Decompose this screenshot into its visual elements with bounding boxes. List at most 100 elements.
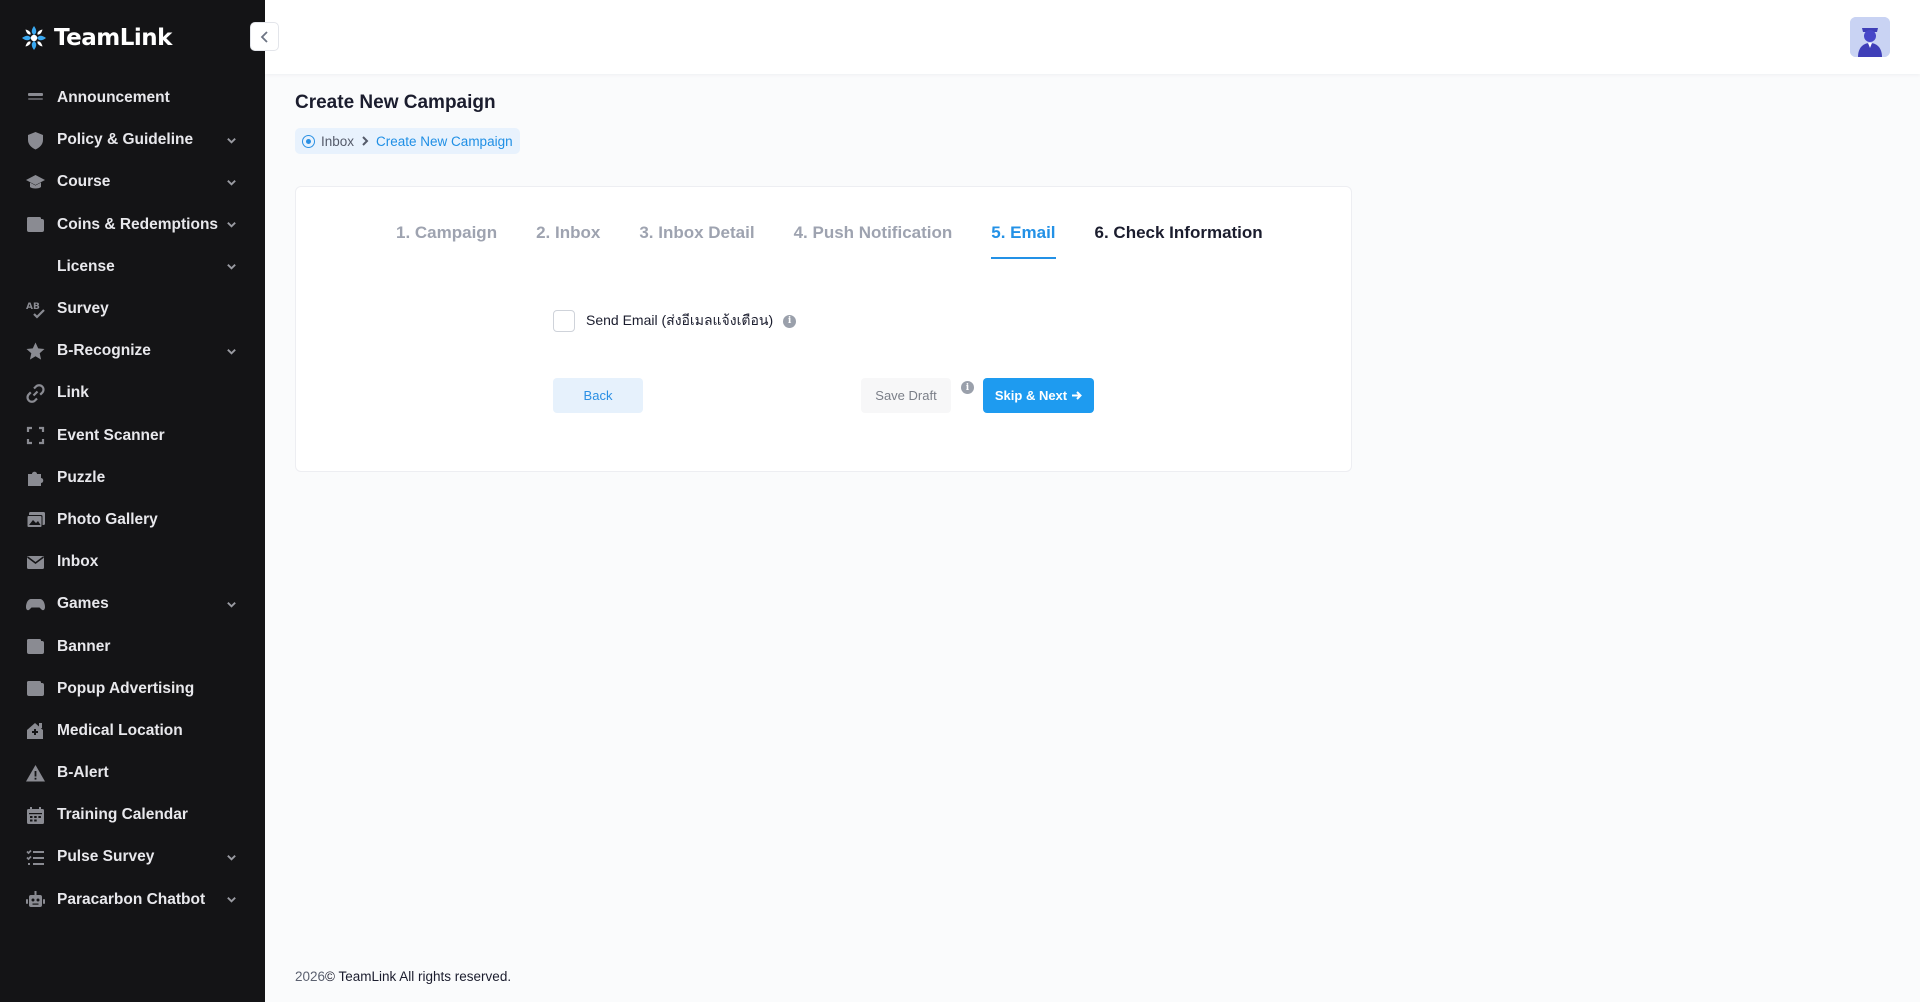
- sidebar-item-games[interactable]: Games: [0, 583, 265, 625]
- chevron-down-icon: [225, 851, 237, 863]
- footer-year: 2026: [295, 969, 326, 984]
- footer: 2026© TeamLink All rights reserved.: [295, 969, 511, 984]
- chevron-right-icon: [360, 136, 370, 146]
- breadcrumb-current: Create New Campaign: [376, 133, 513, 149]
- save-draft-info-icon[interactable]: i: [961, 381, 974, 394]
- sidebar-item-policy-and-guideline[interactable]: Policy & Guideline: [0, 119, 265, 161]
- list-check-icon: [24, 846, 46, 868]
- calendar-icon: [24, 804, 46, 826]
- wallet-icon: [24, 636, 46, 658]
- sidebar-item-training-calendar[interactable]: Training Calendar: [0, 794, 265, 836]
- wallet-icon: [24, 214, 46, 236]
- footer-copyright: © TeamLink All rights reserved.: [325, 969, 512, 984]
- sidebar-item-label: Training Calendar: [57, 806, 188, 824]
- sidebar-item-label: B-Alert: [57, 764, 109, 782]
- sidebar-collapse-button[interactable]: [250, 22, 279, 51]
- sidebar-item-label: Survey: [57, 300, 109, 318]
- wizard-steps: 1. Campaign 2. Inbox 3. Inbox Detail 4. Pus…: [396, 223, 1302, 259]
- chevron-down-icon: [225, 894, 237, 906]
- sidebar-item-puzzle[interactable]: Puzzle: [0, 457, 265, 499]
- sidebar-item-label: B-Recognize: [57, 342, 151, 360]
- chevron-down-icon: [225, 219, 237, 231]
- sidebar-item-label: Games: [57, 595, 109, 613]
- skip-next-button[interactable]: Skip & Next: [983, 378, 1094, 413]
- sidebar-item-b-recognize[interactable]: B-Recognize: [0, 330, 265, 372]
- step-tab-inbox-detail[interactable]: 3. Inbox Detail: [639, 223, 754, 259]
- wallet-icon: [24, 678, 46, 700]
- sidebar-item-link[interactable]: Link: [0, 372, 265, 414]
- step-tab-email[interactable]: 5. Email: [991, 223, 1056, 259]
- save-draft-button[interactable]: Save Draft: [861, 378, 951, 413]
- step-tab-campaign[interactable]: 1. Campaign: [396, 223, 497, 259]
- brand-logo[interactable]: TeamLink: [20, 20, 172, 56]
- announcement-icon: [24, 87, 46, 109]
- sidebar-item-label: Link: [57, 384, 89, 402]
- sidebar-item-label: Coins & Redemptions: [57, 215, 219, 233]
- info-icon[interactable]: i: [783, 314, 797, 328]
- chevron-left-icon: [260, 30, 268, 43]
- sidebar-item-label: Popup Advertising: [57, 679, 195, 697]
- sidebar-nav: Announcement Policy & Guideline Course Coin…: [0, 77, 265, 921]
- envelope-icon: [24, 551, 46, 573]
- sidebar-item-survey[interactable]: AB Survey: [0, 288, 265, 330]
- sidebar-item-medical-location[interactable]: Medical Location: [0, 710, 265, 752]
- link-icon: [24, 382, 46, 404]
- top-header: [265, 0, 1920, 74]
- spellcheck-icon: AB: [24, 298, 46, 320]
- step-tab-inbox[interactable]: 2. Inbox: [536, 223, 600, 259]
- step-tab-check-information[interactable]: 6. Check Information: [1095, 223, 1263, 259]
- sidebar-item-course[interactable]: Course: [0, 161, 265, 203]
- star-icon: [24, 340, 46, 362]
- breadcrumb-home-link[interactable]: Inbox: [321, 134, 354, 149]
- sidebar-item-event-scanner[interactable]: Event Scanner: [0, 415, 265, 457]
- chevron-down-icon: [225, 261, 237, 273]
- warning-icon: [24, 762, 46, 784]
- sidebar-item-inbox[interactable]: Inbox: [0, 541, 265, 583]
- sidebar-item-paracarbon-chatbot[interactable]: Paracarbon Chatbot: [0, 879, 265, 921]
- robot-icon: [24, 889, 46, 911]
- sidebar-item-label: Inbox: [57, 553, 99, 571]
- brand-name: TeamLink: [54, 25, 172, 51]
- sidebar-item-label: Photo Gallery: [57, 510, 158, 528]
- sidebar-item-coins-and-redemptions[interactable]: Coins & Redemptions: [0, 204, 265, 246]
- sidebar-item-photo-gallery[interactable]: Photo Gallery: [0, 499, 265, 541]
- send-email-label: Send Email (ส่งอีเมลแจ้งเตือน): [586, 312, 774, 328]
- sidebar-item-label: Announcement: [57, 89, 170, 107]
- sidebar-item-pulse-survey[interactable]: Pulse Survey: [0, 836, 265, 878]
- sidebar-item-label: Event Scanner: [57, 426, 165, 444]
- puzzle-icon: [24, 467, 46, 489]
- send-email-checkbox[interactable]: [553, 310, 575, 332]
- user-avatar[interactable]: [1850, 17, 1890, 57]
- sidebar-item-label: Banner: [57, 637, 111, 655]
- sidebar-item-announcement[interactable]: Announcement: [0, 77, 265, 119]
- empty-icon-slot: [24, 256, 46, 278]
- chevron-down-icon: [225, 134, 237, 146]
- user-avatar-icon: [1850, 17, 1890, 57]
- shield-icon: [24, 129, 46, 151]
- sidebar-item-label: Policy & Guideline: [57, 131, 194, 149]
- graduation-cap-icon: [24, 171, 46, 193]
- gamepad-icon: [24, 593, 46, 615]
- sidebar-item-label: Medical Location: [57, 721, 183, 739]
- chevron-down-icon: [225, 176, 237, 188]
- sidebar-item-b-alert[interactable]: B-Alert: [0, 752, 265, 794]
- chevron-down-icon: [225, 345, 237, 357]
- sidebar-item-popup-advertising[interactable]: Popup Advertising: [0, 668, 265, 710]
- sidebar-item-label: License: [57, 257, 115, 275]
- step-tab-push-notification[interactable]: 4. Push Notification: [794, 223, 953, 259]
- skip-next-label: Skip & Next: [994, 388, 1068, 403]
- sidebar-item-label: Puzzle: [57, 468, 106, 486]
- sidebar-item-banner[interactable]: Banner: [0, 625, 265, 667]
- svg-text:AB: AB: [26, 302, 40, 312]
- back-button[interactable]: Back: [553, 378, 643, 413]
- scan-icon: [24, 425, 46, 447]
- send-email-row: Send Email (ส่งอีเมลแจ้งเตือน) i: [553, 309, 797, 333]
- house-medical-icon: [24, 720, 46, 742]
- breadcrumb: Inbox Create New Campaign: [295, 128, 520, 154]
- sidebar: TeamLink Announcement Policy & Guideline C…: [0, 0, 265, 1002]
- sidebar-item-license[interactable]: License: [0, 246, 265, 288]
- chevron-down-icon: [225, 598, 237, 610]
- sidebar-item-label: Paracarbon Chatbot: [57, 890, 206, 908]
- target-icon: [302, 134, 315, 148]
- campaign-form-card: 1. Campaign 2. Inbox 3. Inbox Detail 4. Pus…: [295, 186, 1352, 472]
